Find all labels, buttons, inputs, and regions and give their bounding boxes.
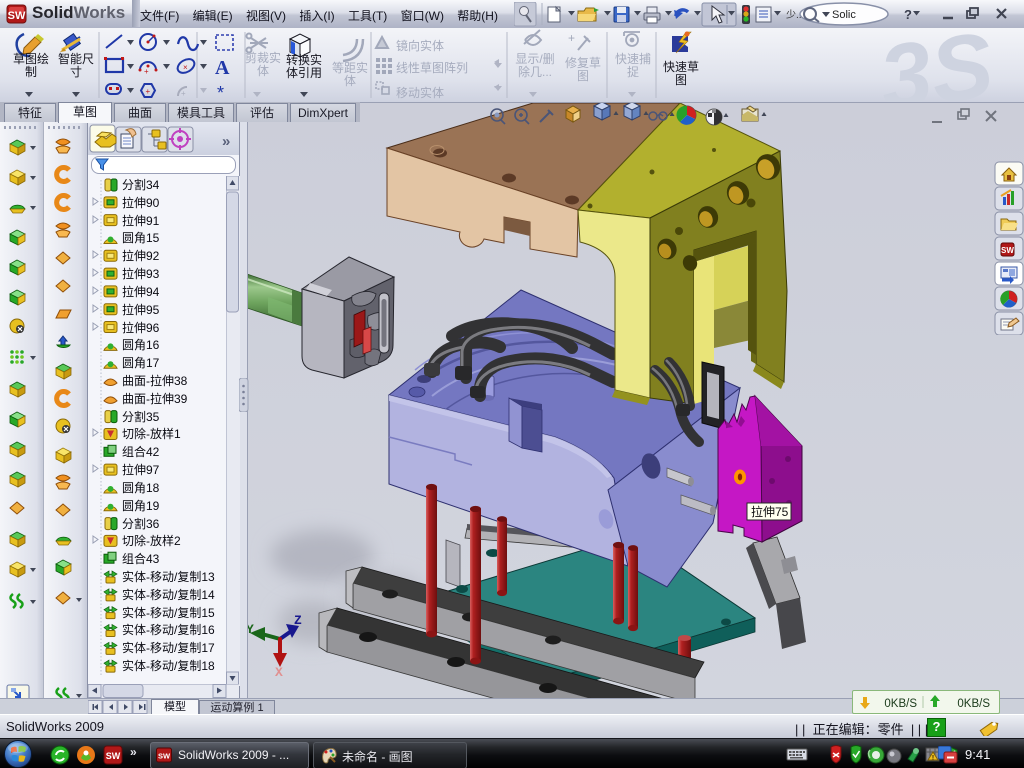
svg-text:+: + [568,31,575,45]
svg-text:Z: Z [294,613,302,628]
svg-text:拉伸90: 拉伸90 [122,195,160,210]
svg-text:»: » [130,745,137,759]
svg-text:0KB/S: 0KB/S [884,698,917,710]
svg-text:实体-移动/复制15: 实体-移动/复制15 [122,605,215,620]
svg-text:+: + [144,67,149,76]
svg-text:拉伸93: 拉伸93 [122,266,160,281]
svg-text:分割35: 分割35 [122,409,160,424]
svg-text:分割34: 分割34 [122,177,160,192]
svg-text:圆角15: 圆角15 [122,231,160,245]
svg-text:实体-移动/复制16: 实体-移动/复制16 [122,622,215,637]
svg-text:SW: SW [8,10,26,22]
svg-text:组合42: 组合42 [122,444,160,459]
svg-text:拉伸75: 拉伸75 [751,504,789,519]
svg-text:少..: 少.. [786,9,802,21]
svg-text:拉伸95: 拉伸95 [122,302,160,317]
svg-text:SW: SW [106,751,121,761]
svg-text:拉伸92: 拉伸92 [122,248,160,263]
svg-text:拉伸96: 拉伸96 [122,320,160,335]
svg-text:曲面-拉伸38: 曲面-拉伸38 [122,373,188,388]
svg-text:切除-放样1: 切除-放样1 [122,426,181,441]
svg-text:X: X [275,665,283,680]
svg-text:SW: SW [158,752,171,761]
svg-text:Y: Y [247,622,254,637]
svg-text:+: + [181,89,186,98]
svg-text:Solic: Solic [832,9,856,21]
svg-text:圆角19: 圆角19 [122,499,160,513]
svg-text:»: » [222,133,230,150]
svg-text:实体-移动/复制14: 实体-移动/复制14 [122,587,215,602]
svg-text:曲面-拉伸39: 曲面-拉伸39 [122,391,188,406]
svg-text:拉伸91: 拉伸91 [122,213,160,228]
svg-text:分割36: 分割36 [122,516,160,531]
svg-text:实体-移动/复制13: 实体-移动/复制13 [122,569,215,584]
svg-text:!: ! [932,756,934,762]
svg-text:圆角16: 圆角16 [122,338,160,352]
svg-text:组合43: 组合43 [122,551,160,566]
svg-text:×: × [183,63,188,72]
svg-text:*: * [217,83,224,102]
svg-text:实体-移动/复制18: 实体-移动/复制18 [122,658,215,673]
svg-text:圆角18: 圆角18 [122,481,160,495]
svg-text:圆角17: 圆角17 [122,356,160,370]
svg-text:A: A [215,57,230,79]
svg-text:拉伸97: 拉伸97 [122,462,160,477]
svg-text:拉伸94: 拉伸94 [122,284,160,299]
svg-text:实体-移动/复制17: 实体-移动/复制17 [122,640,215,655]
svg-text:+: + [146,87,151,96]
svg-text:0KB/S: 0KB/S [957,698,990,710]
svg-text:SW: SW [1001,246,1014,255]
svg-text:切除-放样2: 切除-放样2 [122,533,181,548]
